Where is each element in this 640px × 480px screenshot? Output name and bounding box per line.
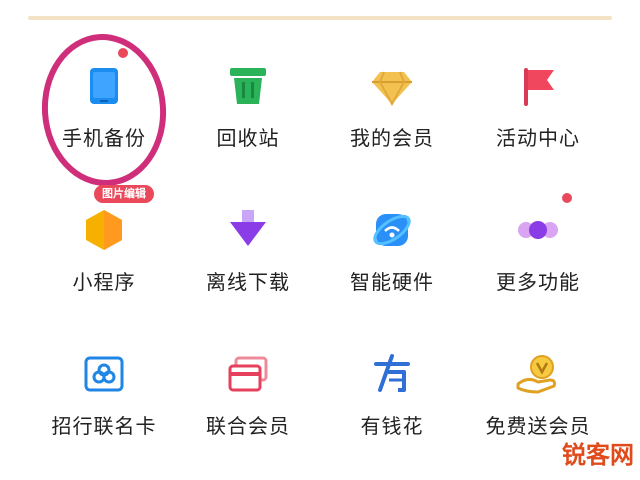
image-edit-tag: 图片编辑 [94, 185, 154, 203]
trash-icon [224, 62, 272, 110]
tile-label: 招行联名卡 [51, 414, 157, 438]
tile-recycle-bin[interactable]: 回收站 [174, 62, 322, 172]
tile-cmb-card[interactable]: 招行联名卡 [30, 350, 178, 460]
diamond-icon [368, 62, 416, 110]
cards-icon [224, 350, 272, 398]
notification-dot [562, 193, 572, 203]
money-flower-icon [368, 350, 416, 398]
tile-joint-membership[interactable]: 联合会员 [174, 350, 322, 460]
tile-mini-program[interactable]: 小程序 [30, 206, 178, 316]
tile-activity-center[interactable]: 活动中心 [464, 62, 612, 172]
tile-label: 离线下载 [206, 270, 290, 294]
tile-my-membership[interactable]: 我的会员 [318, 62, 466, 172]
tile-label: 我的会员 [350, 126, 434, 150]
tile-offline-download[interactable]: 离线下载 [174, 206, 322, 316]
more-dots-icon [514, 206, 562, 254]
tile-youqianhua[interactable]: 有钱花 [318, 350, 466, 460]
flag-icon [514, 62, 562, 110]
tile-label: 活动中心 [496, 126, 580, 150]
download-arrow-icon [224, 206, 272, 254]
tile-smart-hardware[interactable]: 智能硬件 [318, 206, 466, 316]
tile-label: 回收站 [216, 126, 280, 150]
bank-card-icon [80, 350, 128, 398]
tile-label: 小程序 [72, 270, 136, 294]
watermark: 锐客网 [562, 441, 634, 469]
tile-label: 联合会员 [206, 414, 290, 438]
wifi-device-icon [368, 206, 416, 254]
tile-label: 智能硬件 [350, 270, 434, 294]
tile-more-features[interactable]: 更多功能 [464, 206, 612, 316]
hexagon-icon [80, 206, 128, 254]
gift-hand-icon [514, 350, 562, 398]
tile-label: 更多功能 [496, 270, 580, 294]
tile-label: 有钱花 [360, 414, 424, 438]
